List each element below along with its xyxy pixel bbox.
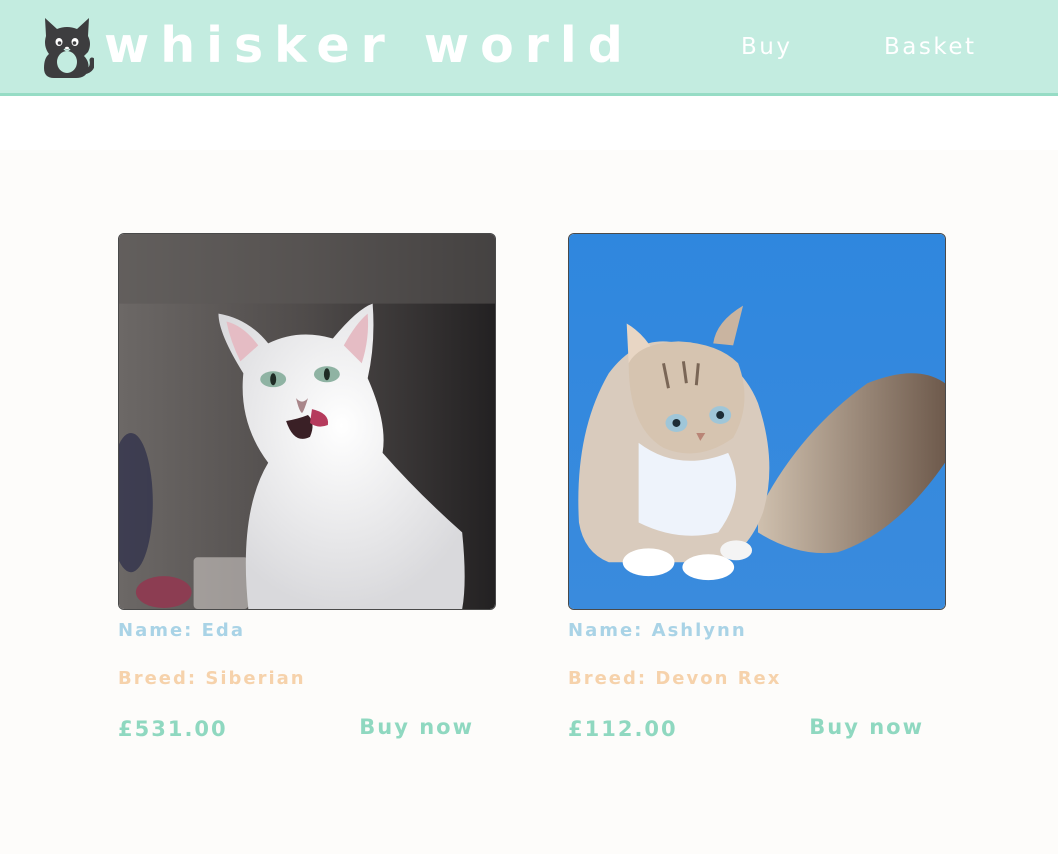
fluffy-cat-photo[interactable] bbox=[568, 233, 946, 610]
nav-buy-link[interactable]: Buy bbox=[741, 30, 792, 64]
brand-name[interactable]: whisker world bbox=[104, 14, 634, 78]
white-cat-photo[interactable] bbox=[118, 233, 496, 610]
product-name: Name: Ashlynn bbox=[568, 620, 747, 641]
product-card: Name: Eda Breed: Siberian £531.00 Buy no… bbox=[118, 233, 496, 753]
nav-basket-link[interactable]: Basket bbox=[884, 30, 977, 64]
price-row: £531.00 Buy now bbox=[118, 713, 496, 753]
price-row: £112.00 Buy now bbox=[568, 713, 946, 753]
site-header: whisker world Buy Basket bbox=[0, 0, 1058, 96]
product-card: Name: Ashlynn Breed: Devon Rex £112.00 B… bbox=[568, 233, 946, 753]
product-name: Name: Eda bbox=[118, 620, 245, 641]
product-breed: Breed: Devon Rex bbox=[568, 668, 782, 689]
product-price: £112.00 bbox=[568, 717, 678, 741]
cat-icon[interactable] bbox=[40, 14, 94, 80]
buy-now-button[interactable]: Buy now bbox=[359, 715, 474, 739]
product-price: £531.00 bbox=[118, 717, 228, 741]
product-breed: Breed: Siberian bbox=[118, 668, 306, 689]
buy-now-button[interactable]: Buy now bbox=[809, 715, 924, 739]
